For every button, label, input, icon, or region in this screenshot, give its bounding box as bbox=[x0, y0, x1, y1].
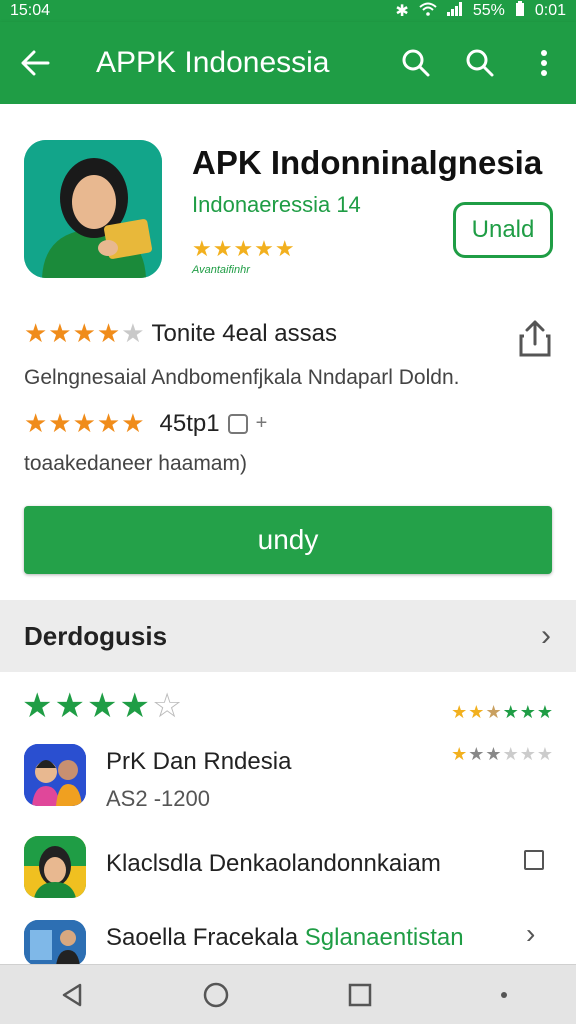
chevron-right-icon: › bbox=[526, 918, 536, 949]
dot-icon bbox=[501, 991, 507, 998]
badge-icon bbox=[227, 413, 248, 434]
rating-label: Tonite 4eal assas bbox=[151, 319, 337, 347]
section-header[interactable]: Derdogusis › bbox=[0, 600, 576, 672]
list-item[interactable]: Klaclsdla Denkaolandonnkaiam bbox=[0, 832, 576, 902]
plus-icon: + bbox=[255, 412, 268, 434]
developer-name[interactable]: Indonaeressia 14 bbox=[192, 192, 361, 218]
app-icon[interactable] bbox=[24, 140, 162, 278]
small-caption: Avantaifinhr bbox=[192, 264, 250, 276]
nav-dot bbox=[474, 965, 534, 1024]
back-button[interactable] bbox=[0, 22, 70, 104]
big-rating-stars[interactable]: ★★★★☆ bbox=[22, 686, 184, 726]
checkbox-icon[interactable] bbox=[524, 850, 544, 870]
status-time: 15:04 bbox=[10, 2, 51, 19]
item-thumbnail bbox=[24, 920, 86, 966]
install-button[interactable]: Unald bbox=[453, 202, 553, 258]
search-button[interactable] bbox=[384, 22, 448, 104]
status-bar: 15:04 ✱ 55% 0:01 bbox=[0, 0, 576, 22]
nav-home-button[interactable] bbox=[186, 965, 246, 1024]
home-nav-icon bbox=[203, 982, 229, 1007]
more-options-button[interactable] bbox=[512, 22, 576, 104]
battery-percent: 55% bbox=[472, 2, 505, 19]
mini-stars-1: ★★★★★★ bbox=[451, 702, 554, 722]
review-row: ★★★★★ 45tp1 + bbox=[24, 408, 267, 439]
review-count: 45tp1 bbox=[159, 409, 220, 437]
search-button-2[interactable] bbox=[448, 22, 512, 104]
section-title: Derdogusis bbox=[24, 620, 168, 651]
signal-icon bbox=[446, 1, 463, 21]
small-rating-stars: ★★★★★ bbox=[192, 236, 296, 261]
status-extra: 0:01 bbox=[534, 2, 566, 19]
rating-stars: ★★★★★ bbox=[24, 318, 146, 348]
share-icon bbox=[519, 320, 551, 357]
more-vert-icon bbox=[541, 50, 547, 76]
app-bar-title: APPK Indonessia bbox=[96, 46, 330, 79]
share-button[interactable] bbox=[518, 318, 552, 358]
back-nav-icon bbox=[62, 983, 82, 1006]
system-nav-bar bbox=[0, 964, 576, 1024]
app-bar: APPK Indonessia bbox=[0, 22, 576, 104]
bluetooth-icon: ✱ bbox=[395, 3, 409, 20]
rating-row: ★★★★★ Tonite 4eal assas bbox=[24, 318, 337, 349]
recents-nav-icon bbox=[348, 983, 372, 1006]
battery-icon bbox=[515, 0, 525, 22]
list-item[interactable]: Saoella Fracekala Sglanaentistan › bbox=[0, 916, 576, 966]
primary-action-button[interactable]: undy bbox=[24, 506, 552, 574]
item-name: Saoella Fracekala Sglanaentistan bbox=[106, 924, 464, 951]
review-stars: ★★★★★ bbox=[24, 408, 146, 438]
item-thumbnail bbox=[24, 836, 86, 898]
sub-text: toaakedaneer haamam) bbox=[24, 452, 247, 475]
item-sub: AS2 -1200 bbox=[106, 786, 210, 811]
wifi-icon bbox=[419, 2, 437, 21]
app-name: APK Indonninalgnesia bbox=[192, 144, 543, 181]
item-name: Klaclsdla Denkaolandonnkaiam bbox=[106, 850, 441, 877]
description-line: Gelngnesaial Andbomenfjkala Nndaparl Dol… bbox=[24, 366, 460, 389]
related-list: ★★★★☆ ★★★★★★ ★★★★★★ PrK Dan Rndesia AS2 … bbox=[0, 672, 576, 966]
list-item[interactable]: PrK Dan Rndesia AS2 -1200 bbox=[0, 740, 576, 824]
nav-recents-button[interactable] bbox=[330, 965, 390, 1024]
item-name: PrK Dan Rndesia bbox=[106, 748, 292, 775]
back-arrow-icon bbox=[21, 50, 50, 76]
chevron-right-icon: › bbox=[541, 619, 551, 652]
app-header-card: APK Indonninalgnesia Indonaeressia 14 ★★… bbox=[0, 104, 576, 600]
item-thumbnail bbox=[24, 744, 86, 806]
nav-back-button[interactable] bbox=[42, 965, 102, 1024]
search-icon bbox=[402, 49, 430, 77]
search-icon-2 bbox=[466, 49, 494, 77]
